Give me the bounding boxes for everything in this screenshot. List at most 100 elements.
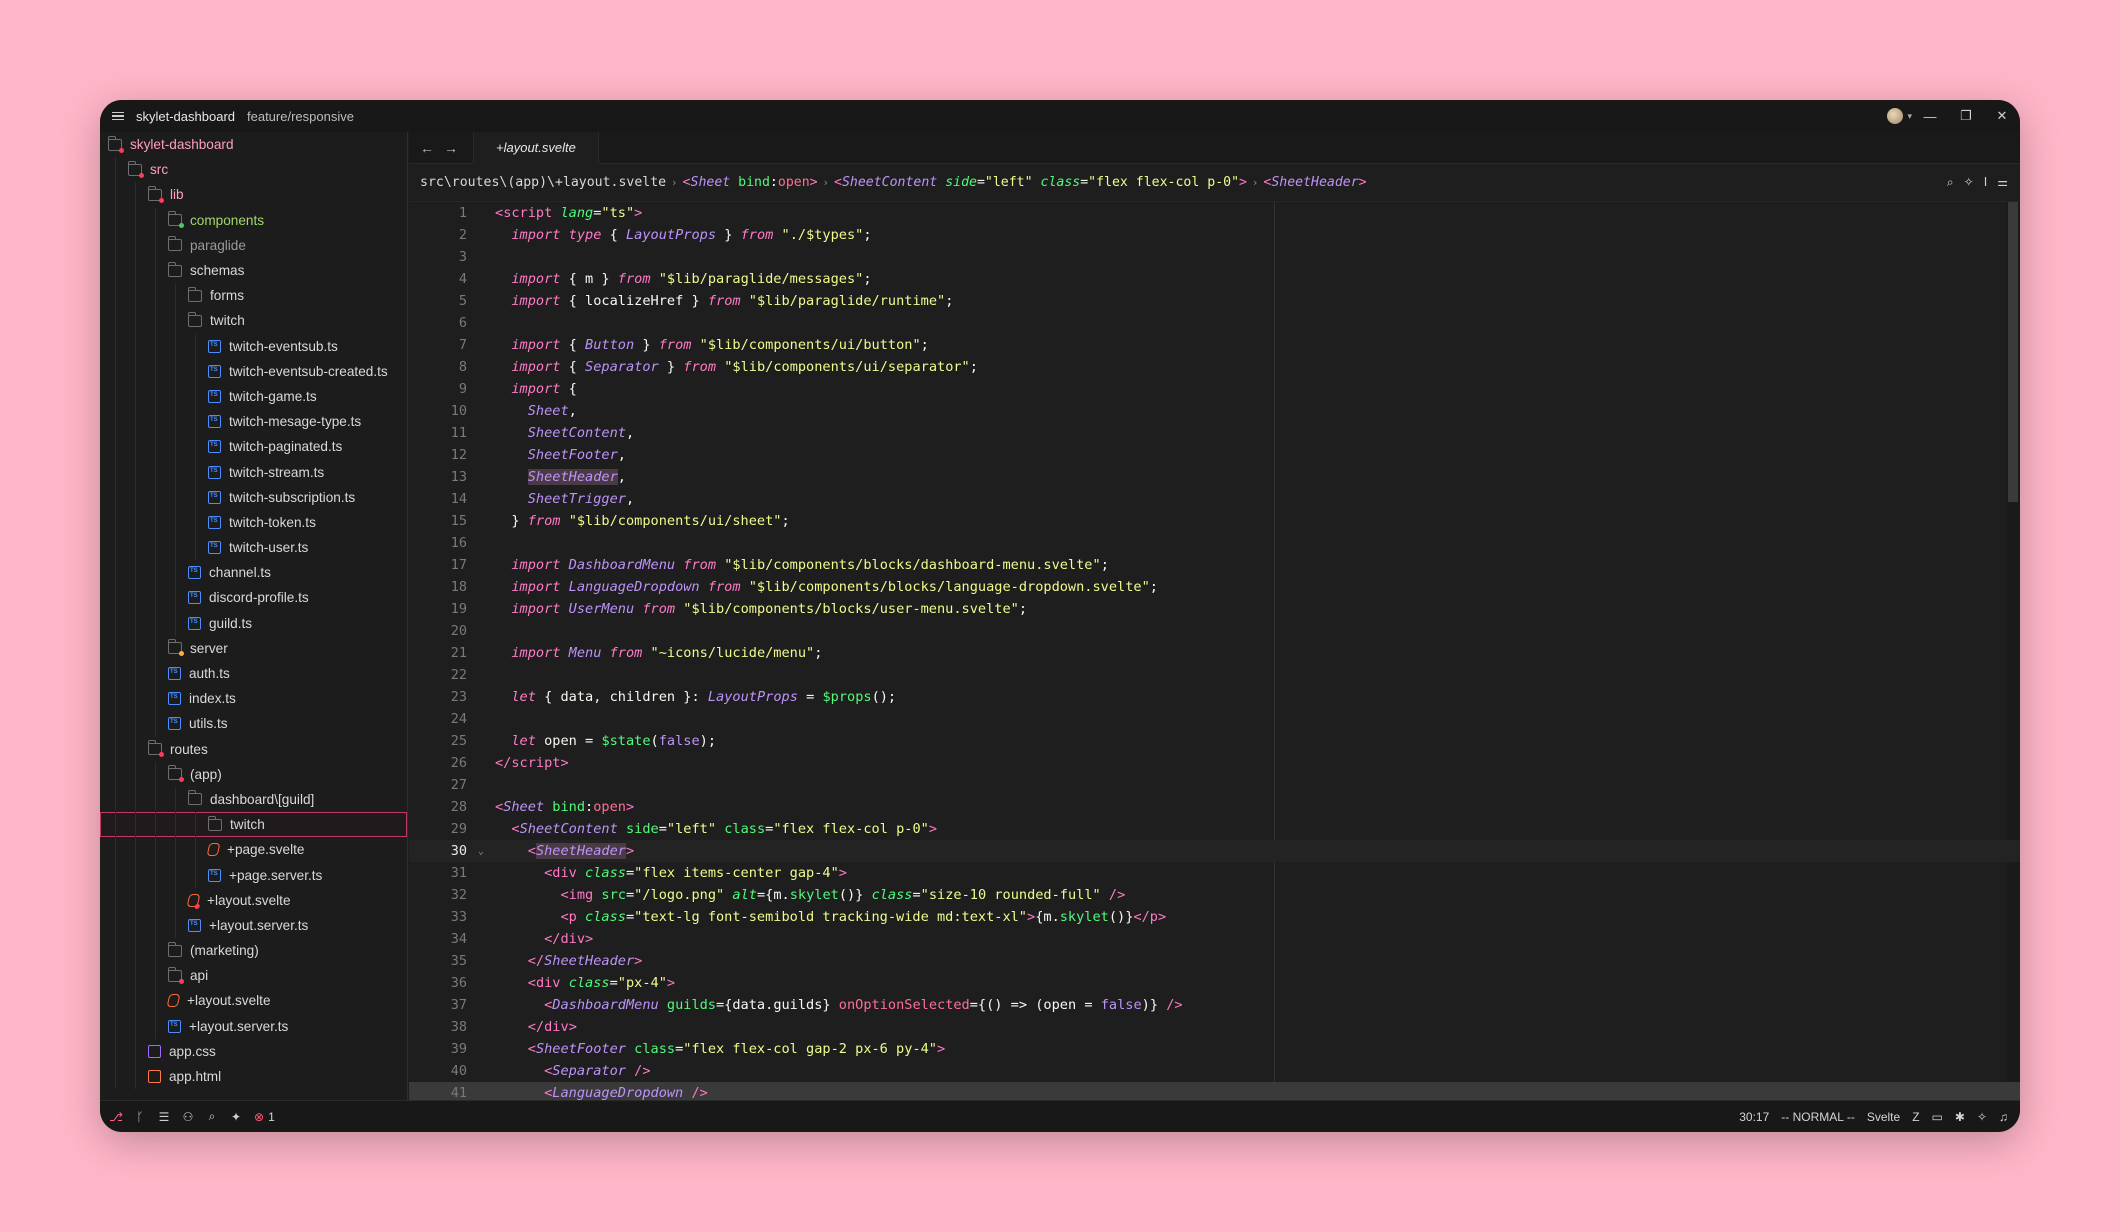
code-line[interactable]: 2 import type { LayoutProps } from "./$t… xyxy=(409,224,2020,246)
code-line[interactable]: 36 <div class="px-4"> xyxy=(409,972,2020,994)
code-line[interactable]: 15 } from "$lib/components/ui/sheet"; xyxy=(409,510,2020,532)
file-tree-item[interactable]: utils.ts xyxy=(100,711,407,737)
file-tree-item[interactable]: index.ts xyxy=(100,686,407,712)
code-line[interactable]: 39 <SheetFooter class="flex flex-col gap… xyxy=(409,1038,2020,1060)
minimize-icon[interactable]: — xyxy=(1912,109,1948,124)
code-line[interactable]: 1 <script lang="ts"> xyxy=(409,202,2020,224)
collab-icon[interactable]: ⚇ xyxy=(176,1110,200,1124)
zeta-icon[interactable]: Z xyxy=(1912,1110,1919,1124)
notification-bell-icon[interactable]: ♫ xyxy=(1999,1110,2008,1124)
code-line[interactable]: 19 import UserMenu from "$lib/components… xyxy=(409,598,2020,620)
file-tree-item[interactable]: twitch-token.ts xyxy=(100,509,407,535)
file-tree-item[interactable]: forms xyxy=(100,283,407,309)
cursor-position[interactable]: 30:17 xyxy=(1739,1110,1769,1124)
debug-icon[interactable]: ✱ xyxy=(1955,1110,1965,1124)
cursor-icon[interactable]: I xyxy=(1984,175,1988,190)
breadcrumb-path[interactable]: src\routes\(app)\+layout.svelte xyxy=(420,175,666,190)
file-tree-item[interactable]: schemas xyxy=(100,257,407,284)
ai-icon[interactable]: ✦ xyxy=(224,1110,248,1124)
code-line[interactable]: 29 <SheetContent side="left" class="flex… xyxy=(409,818,2020,840)
outline-icon[interactable]: ☰ xyxy=(152,1110,176,1124)
code-line[interactable]: 7 import { Button } from "$lib/component… xyxy=(409,334,2020,356)
file-tree-item[interactable]: +layout.server.ts xyxy=(100,1013,407,1039)
file-tree-item[interactable]: src xyxy=(100,157,407,183)
file-tree-item[interactable]: (app) xyxy=(100,761,407,787)
code-line[interactable]: 31 <div class="flex items-center gap-4"> xyxy=(409,862,2020,884)
code-line[interactable]: 12 SheetFooter, xyxy=(409,444,2020,466)
code-line[interactable]: 14 SheetTrigger, xyxy=(409,488,2020,510)
code-line[interactable]: 26 </script> xyxy=(409,752,2020,774)
file-tree-item[interactable]: +layout.server.ts xyxy=(100,912,407,938)
file-tree-item[interactable]: routes xyxy=(100,736,407,762)
file-tree-item[interactable]: twitch-paginated.ts xyxy=(100,434,407,460)
code-line[interactable]: 35 </SheetHeader> xyxy=(409,950,2020,972)
code-line[interactable]: 41 <LanguageDropdown /> xyxy=(409,1082,2020,1100)
error-icon[interactable]: ⊗ xyxy=(254,1110,264,1124)
file-tree-item[interactable]: channel.ts xyxy=(100,560,407,586)
file-tree-item[interactable]: skylet-dashboard xyxy=(100,132,407,157)
file-tree-item[interactable]: api xyxy=(100,963,407,989)
file-tree-item[interactable]: twitch-subscription.ts xyxy=(100,484,407,510)
code-line[interactable]: 23 let { data, children }: LayoutProps =… xyxy=(409,686,2020,708)
fold-chevron-icon[interactable]: ⌄ xyxy=(467,846,495,857)
code-line[interactable]: 9 import { xyxy=(409,378,2020,400)
file-tree-item[interactable]: twitch xyxy=(100,308,407,334)
file-tree-item[interactable]: +page.svelte xyxy=(100,837,407,863)
breadcrumb-segment[interactable]: <Sheet bind:open> xyxy=(683,175,818,190)
code-line[interactable]: 38 </div> xyxy=(409,1016,2020,1038)
file-tree-item[interactable]: app.html xyxy=(100,1063,407,1090)
file-tree-item[interactable]: twitch-eventsub-created.ts xyxy=(100,358,407,384)
branch-icon[interactable]: ᚴ xyxy=(128,1110,152,1124)
code-line[interactable]: 16 xyxy=(409,532,2020,554)
file-tree-item[interactable]: app.css xyxy=(100,1038,407,1064)
file-tree-item[interactable]: components xyxy=(100,207,407,233)
code-line[interactable]: 20 xyxy=(409,620,2020,642)
file-tree-item[interactable]: twitch-stream.ts xyxy=(100,459,407,485)
file-tree-item[interactable]: server xyxy=(100,635,407,661)
settings-sliders-icon[interactable]: ⚌ xyxy=(1997,175,2008,190)
code-line[interactable]: 27 xyxy=(409,774,2020,796)
code-line[interactable]: 17 import DashboardMenu from "$lib/compo… xyxy=(409,554,2020,576)
file-tree-item[interactable]: twitch-user.ts xyxy=(100,535,407,561)
code-line[interactable]: 21 import Menu from "~icons/lucide/menu"… xyxy=(409,642,2020,664)
user-avatar[interactable] xyxy=(1887,108,1904,124)
code-line[interactable]: 24 xyxy=(409,708,2020,730)
search-icon[interactable]: ⌕ xyxy=(1947,175,1954,190)
code-line[interactable]: 13 SheetHeader, xyxy=(409,466,2020,488)
close-icon[interactable]: ✕ xyxy=(1984,108,2020,124)
assistant-icon[interactable]: ✧ xyxy=(1964,175,1974,190)
code-line[interactable]: 34 </div> xyxy=(409,928,2020,950)
file-tree-item[interactable]: +layout.svelte xyxy=(100,887,407,913)
search-icon[interactable]: ⌕ xyxy=(200,1109,224,1124)
tab-layout-svelte[interactable]: +layout.svelte xyxy=(473,131,599,164)
code-line[interactable]: 40 <Separator /> xyxy=(409,1060,2020,1082)
maximize-icon[interactable]: ❐ xyxy=(1948,108,1984,124)
file-tree-item[interactable]: auth.ts xyxy=(100,660,407,687)
file-tree-item[interactable]: twitch-game.ts xyxy=(100,383,407,410)
file-tree-item[interactable]: guild.ts xyxy=(100,610,407,636)
file-tree-item[interactable]: +layout.svelte xyxy=(100,988,407,1014)
breadcrumb-segment[interactable]: <SheetHeader> xyxy=(1263,175,1366,190)
code-line[interactable]: 11 SheetContent, xyxy=(409,422,2020,444)
code-line[interactable]: 4 import { m } from "$lib/paraglide/mess… xyxy=(409,268,2020,290)
error-count[interactable]: 1 xyxy=(268,1110,275,1124)
code-line[interactable]: 10 Sheet, xyxy=(409,400,2020,422)
breadcrumb-segment[interactable]: <SheetContent side="left" class="flex fl… xyxy=(834,175,1247,190)
file-tree-item[interactable]: +page.server.ts xyxy=(100,862,407,888)
assistant-icon[interactable]: ✧ xyxy=(1977,1110,1987,1124)
terminal-icon[interactable]: ▭ xyxy=(1932,1110,1943,1124)
file-tree-item[interactable]: discord-profile.ts xyxy=(100,585,407,611)
file-tree-item[interactable]: paraglide xyxy=(100,232,407,258)
git-panel-icon[interactable]: ⎇ xyxy=(104,1110,128,1124)
code-area[interactable]: 1 <script lang="ts"> 2 import type { Layou… xyxy=(409,202,2020,1100)
code-line[interactable]: 33 <p class="text-lg font-semibold track… xyxy=(409,906,2020,928)
code-line[interactable]: 30 ⌄ <SheetHeader> xyxy=(409,840,2020,862)
code-line[interactable]: 5 import { localizeHref } from "$lib/par… xyxy=(409,290,2020,312)
branch-name[interactable]: feature/responsive xyxy=(247,109,354,124)
file-tree-item[interactable]: twitch-eventsub.ts xyxy=(100,333,407,359)
file-tree-item[interactable]: lib xyxy=(100,182,407,208)
code-line[interactable]: 22 xyxy=(409,664,2020,686)
file-tree-item[interactable]: twitch xyxy=(100,812,407,838)
project-name[interactable]: skylet-dashboard xyxy=(136,109,235,124)
language-selector[interactable]: Svelte xyxy=(1867,1110,1900,1124)
